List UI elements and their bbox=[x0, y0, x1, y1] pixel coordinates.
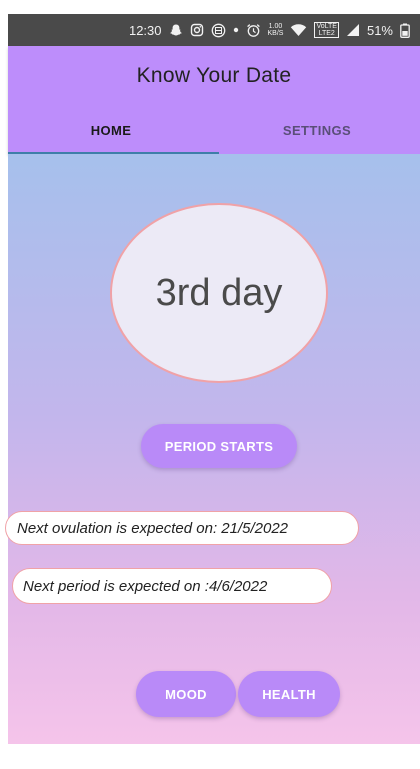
mood-label: MOOD bbox=[165, 686, 207, 702]
ovulation-text: Next ovulation is expected on: 21/5/2022 bbox=[17, 519, 289, 537]
volte-icon: VoLTE LTE2 bbox=[314, 22, 339, 38]
health-button[interactable]: HEALTH bbox=[238, 671, 340, 717]
tab-settings[interactable]: SETTINGS bbox=[214, 106, 420, 154]
tab-home-label: HOME bbox=[90, 122, 132, 138]
tab-home[interactable]: HOME bbox=[8, 106, 214, 154]
battery-percent: 51% bbox=[366, 22, 393, 38]
status-bar: 12:30 1.00 KB/S VoLTE LTE2 51% bbox=[8, 14, 420, 46]
alarm-icon bbox=[246, 23, 261, 38]
dot-icon bbox=[233, 27, 239, 33]
health-label: HEALTH bbox=[262, 686, 316, 702]
wifi-icon bbox=[290, 23, 307, 37]
mood-button[interactable]: MOOD bbox=[136, 671, 236, 717]
next-period-info: Next period is expected on :4/6/2022 bbox=[12, 568, 332, 604]
period-starts-button[interactable]: PERIOD STARTS bbox=[141, 424, 297, 468]
battery-icon bbox=[400, 23, 410, 38]
signal-icon bbox=[346, 23, 360, 37]
day-counter-circle: 3rd day bbox=[110, 203, 328, 383]
ovulation-info: Next ovulation is expected on: 21/5/2022 bbox=[5, 511, 359, 545]
tab-bar: HOME SETTINGS bbox=[8, 106, 420, 154]
snapchat-icon bbox=[169, 23, 183, 37]
network-speed: 1.00 KB/S bbox=[267, 23, 284, 37]
tab-settings-label: SETTINGS bbox=[282, 122, 352, 138]
status-time: 12:30 bbox=[128, 22, 162, 38]
app-screen: 12:30 1.00 KB/S VoLTE LTE2 51% Know Your… bbox=[0, 0, 420, 769]
app-bar: Know Your Date HOME SETTINGS bbox=[8, 46, 420, 154]
app-icon bbox=[211, 23, 226, 38]
instagram-icon bbox=[190, 23, 204, 37]
day-counter-text: 3rd day bbox=[155, 271, 283, 314]
bottom-area bbox=[0, 744, 420, 769]
next-period-text: Next period is expected on :4/6/2022 bbox=[23, 577, 268, 595]
app-title: Know Your Date bbox=[136, 64, 292, 87]
period-starts-label: PERIOD STARTS bbox=[164, 438, 274, 454]
